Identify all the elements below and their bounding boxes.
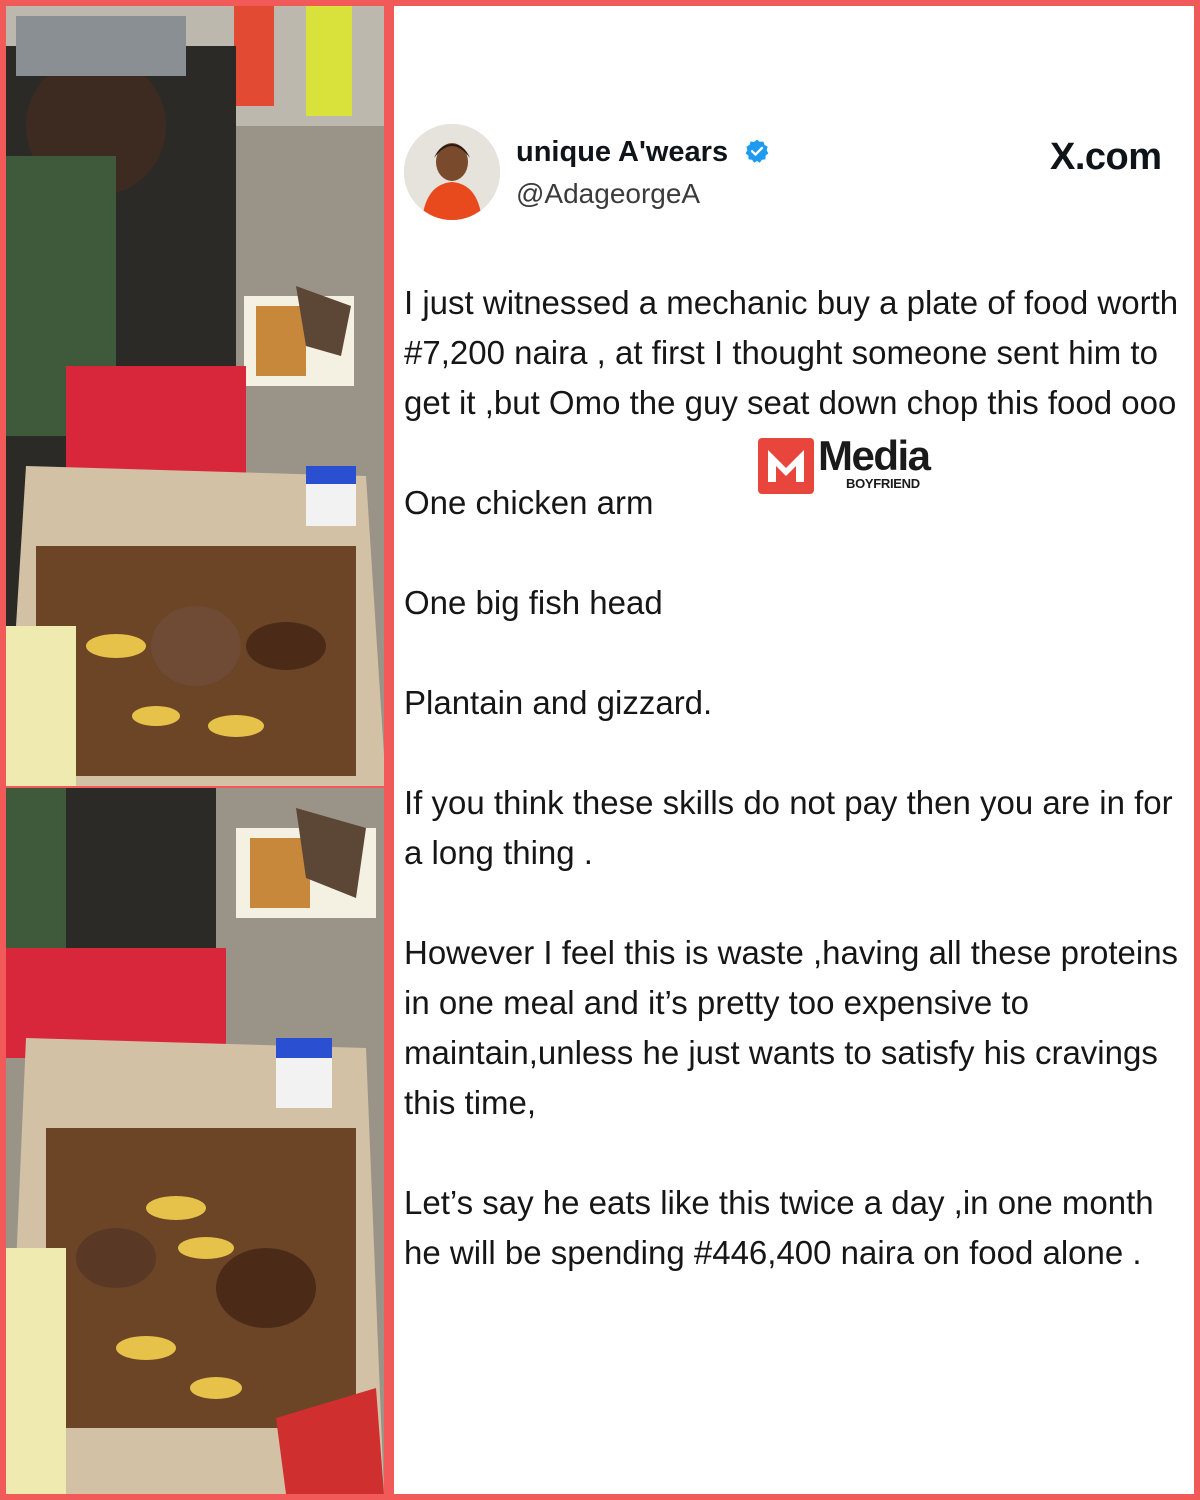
tweet-paragraph: Plantain and gizzard. xyxy=(404,684,713,721)
food-photo-top[interactable] xyxy=(6,6,384,786)
tweet-paragraph: Let’s say he eats like this twice a day … xyxy=(404,1184,1154,1271)
tweet-card: unique A'wears @AdageorgeA X.com I just … xyxy=(394,6,1194,1494)
watermark-sub: BOYFRIEND xyxy=(846,476,920,491)
user-handle[interactable]: @AdageorgeA xyxy=(516,178,700,210)
photo-column xyxy=(6,6,384,1494)
tweet-paragraph: However I feel this is waste ,having all… xyxy=(404,934,1179,1121)
verified-badge-icon xyxy=(744,138,770,172)
tweet-paragraph: I just witnessed a mechanic buy a plate … xyxy=(404,284,1179,421)
display-name[interactable]: unique A'wears xyxy=(516,136,770,172)
post-frame: unique A'wears @AdageorgeA X.com I just … xyxy=(0,0,1200,1500)
tweet-paragraph: One big fish head xyxy=(404,584,663,621)
watermark-brand: Media xyxy=(818,432,931,479)
display-name-text: unique A'wears xyxy=(516,136,729,168)
site-label: X.com xyxy=(1050,136,1162,178)
watermark: Media BOYFRIEND xyxy=(758,434,938,498)
media-boyfriend-logo xyxy=(758,438,814,494)
food-photo-bottom[interactable] xyxy=(6,788,384,1494)
tweet-paragraph: If you think these skills do not pay the… xyxy=(404,784,1173,871)
avatar[interactable] xyxy=(404,124,500,220)
